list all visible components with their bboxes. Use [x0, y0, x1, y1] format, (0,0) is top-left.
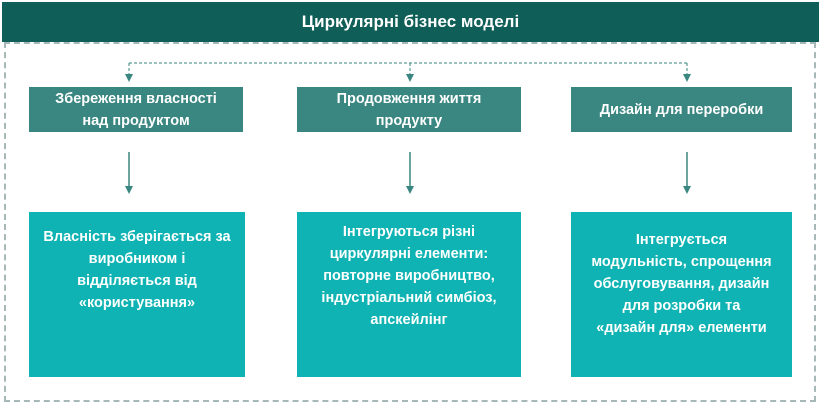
heading-line: Дизайн для переробки	[599, 101, 764, 118]
body-life-extension: Інтегруються різні циркулярні елементи: …	[297, 212, 521, 377]
heading-life-extension: Продовження життя продукту	[297, 87, 521, 132]
body-line: Власність зберігається за	[43, 228, 231, 245]
heading-line: Продовження життя	[336, 90, 482, 107]
body-line: апскейлінг	[370, 311, 448, 328]
body-line: «дизайн для» елементи	[596, 319, 767, 336]
body-line: циркулярні елементи:	[329, 245, 489, 262]
body-line: відділяється від	[77, 272, 197, 289]
body-line: індустріальний симбіоз,	[321, 289, 497, 306]
body-line: обслуговування, дизайн	[593, 275, 770, 292]
heading-line: Збереження власності	[55, 90, 217, 107]
body-line: повторне виробництво,	[323, 267, 495, 284]
heading-design-for-recycling: Дизайн для переробки	[571, 87, 792, 132]
body-line: виробником і	[88, 250, 186, 267]
body-line: для розробки та	[622, 297, 741, 314]
body-line: Інтегруються різні	[342, 223, 476, 240]
heading-ownership: Збереження власності над продуктом	[29, 87, 243, 132]
body-line: «користування»	[78, 294, 196, 311]
heading-line: продукту	[375, 112, 443, 129]
body-ownership: Власність зберігається за виробником і в…	[29, 212, 245, 377]
body-design-for-recycling: Інтегрується модульність, спрощення обсл…	[571, 212, 792, 377]
heading-line: над продуктом	[82, 112, 190, 129]
body-line: Інтегрується	[635, 231, 728, 248]
body-line: модульність, спрощення	[591, 253, 772, 270]
